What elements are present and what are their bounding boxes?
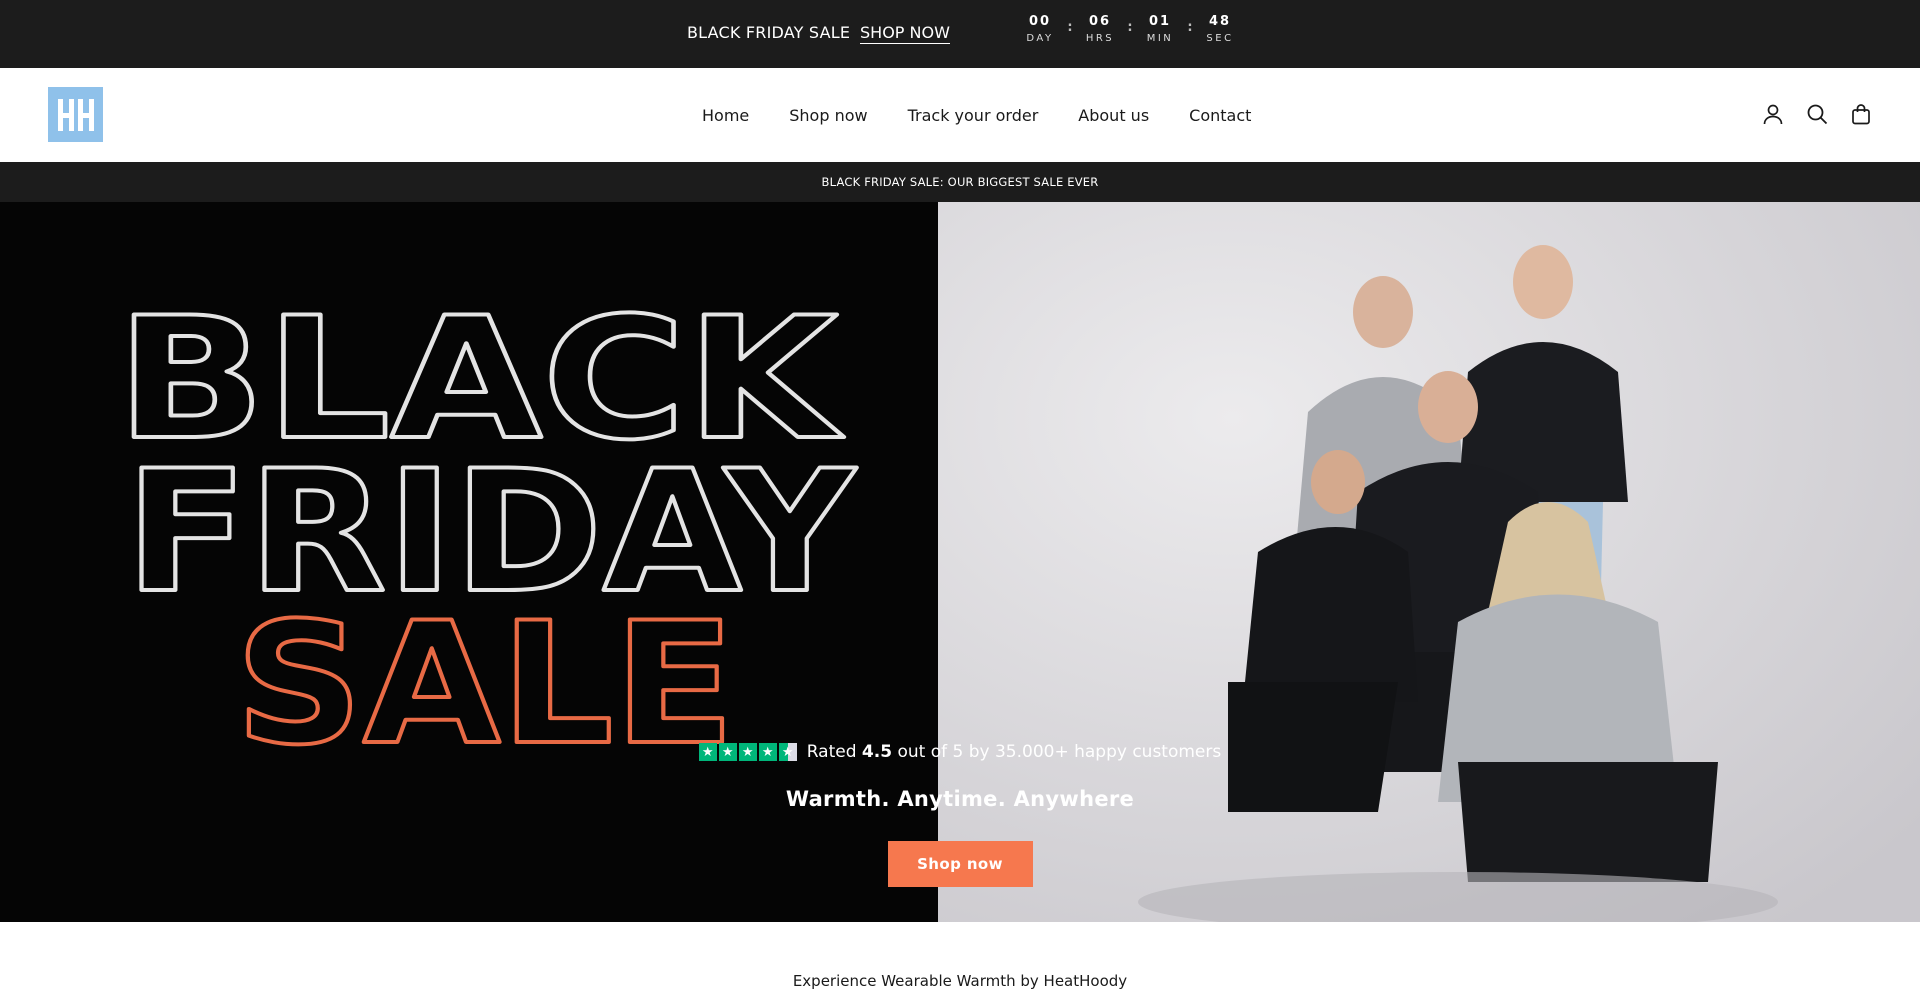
hero-banner: BLACK FRIDAY SALE ★ ★ ★ ★ ★ Rated 4.5 ou… xyxy=(0,202,1920,922)
rating-value: 4.5 xyxy=(861,742,893,762)
nav-about-us[interactable]: About us xyxy=(1078,106,1149,125)
countdown-minutes: 01 MIN xyxy=(1142,14,1178,44)
countdown-days-value: 00 xyxy=(1028,14,1052,29)
shop-now-button[interactable]: Shop now xyxy=(887,841,1033,887)
hero-tagline: Warmth. Anytime. Anywhere xyxy=(785,787,1135,811)
countdown-seconds-value: 48 xyxy=(1208,14,1232,29)
countdown-minutes-label: MIN xyxy=(1146,33,1174,44)
countdown-days-label: DAY xyxy=(1026,33,1054,44)
countdown-hours: 06 HRS xyxy=(1082,14,1118,44)
account-icon[interactable] xyxy=(1762,103,1784,125)
intro-text: Experience Wearable Warmth by HeatHoody xyxy=(792,972,1128,990)
header-actions xyxy=(1762,103,1872,125)
shop-now-link[interactable]: SHOP NOW xyxy=(860,23,950,44)
countdown-seconds: 48 SEC xyxy=(1202,14,1238,44)
sale-label: BLACK FRIDAY SALE xyxy=(687,23,851,42)
nav-track-order[interactable]: Track your order xyxy=(908,106,1039,125)
countdown-minutes-value: 01 xyxy=(1148,14,1172,29)
countdown-bar: BLACK FRIDAY SALE SHOP NOW 00 DAY : 06 H… xyxy=(0,0,1920,68)
nav-contact[interactable]: Contact xyxy=(1189,106,1251,125)
countdown-timer: 00 DAY : 06 HRS : 01 MIN : 48 SEC xyxy=(1022,14,1238,44)
search-icon[interactable] xyxy=(1806,103,1828,125)
rating-stars: ★ ★ ★ ★ ★ xyxy=(698,743,797,761)
intro-section: Experience Wearable Warmth by HeatHoody xyxy=(0,922,1920,993)
countdown-seconds-label: SEC xyxy=(1206,33,1234,44)
star-icon: ★ xyxy=(718,743,737,761)
countdown-hours-value: 06 xyxy=(1088,14,1112,29)
countdown-separator: : xyxy=(1187,20,1193,35)
countdown-separator: : xyxy=(1067,20,1073,35)
rating-suffix: out of 5 by 35.000+ happy customers xyxy=(897,742,1222,762)
nav-home[interactable]: Home xyxy=(702,106,749,125)
star-icon: ★ xyxy=(738,743,757,761)
rating-text: Rated 4.5 out of 5 by 35.000+ happy cust… xyxy=(807,742,1222,762)
hero-content: ★ ★ ★ ★ ★ Rated 4.5 out of 5 by 35.000+ … xyxy=(0,742,1920,887)
half-star-icon: ★ xyxy=(778,743,797,761)
main-nav: Home Shop now Track your order About us … xyxy=(702,106,1251,125)
logo-mark-icon xyxy=(57,98,94,131)
rating-prefix: Rated xyxy=(806,742,857,762)
brand-logo[interactable] xyxy=(48,87,103,142)
nav-shop-now[interactable]: Shop now xyxy=(789,106,867,125)
countdown-hours-label: HRS xyxy=(1085,33,1115,44)
site-header: Home Shop now Track your order About us … xyxy=(0,68,1920,162)
countdown-days: 00 DAY xyxy=(1022,14,1058,44)
countdown-separator: : xyxy=(1127,20,1133,35)
star-icon: ★ xyxy=(758,743,777,761)
cart-icon[interactable] xyxy=(1850,103,1872,125)
announcement-bar: BLACK FRIDAY SALE: OUR BIGGEST SALE EVER xyxy=(0,162,1920,202)
trustpilot-rating: ★ ★ ★ ★ ★ Rated 4.5 out of 5 by 35.000+ … xyxy=(0,742,1920,762)
star-icon: ★ xyxy=(698,743,717,761)
